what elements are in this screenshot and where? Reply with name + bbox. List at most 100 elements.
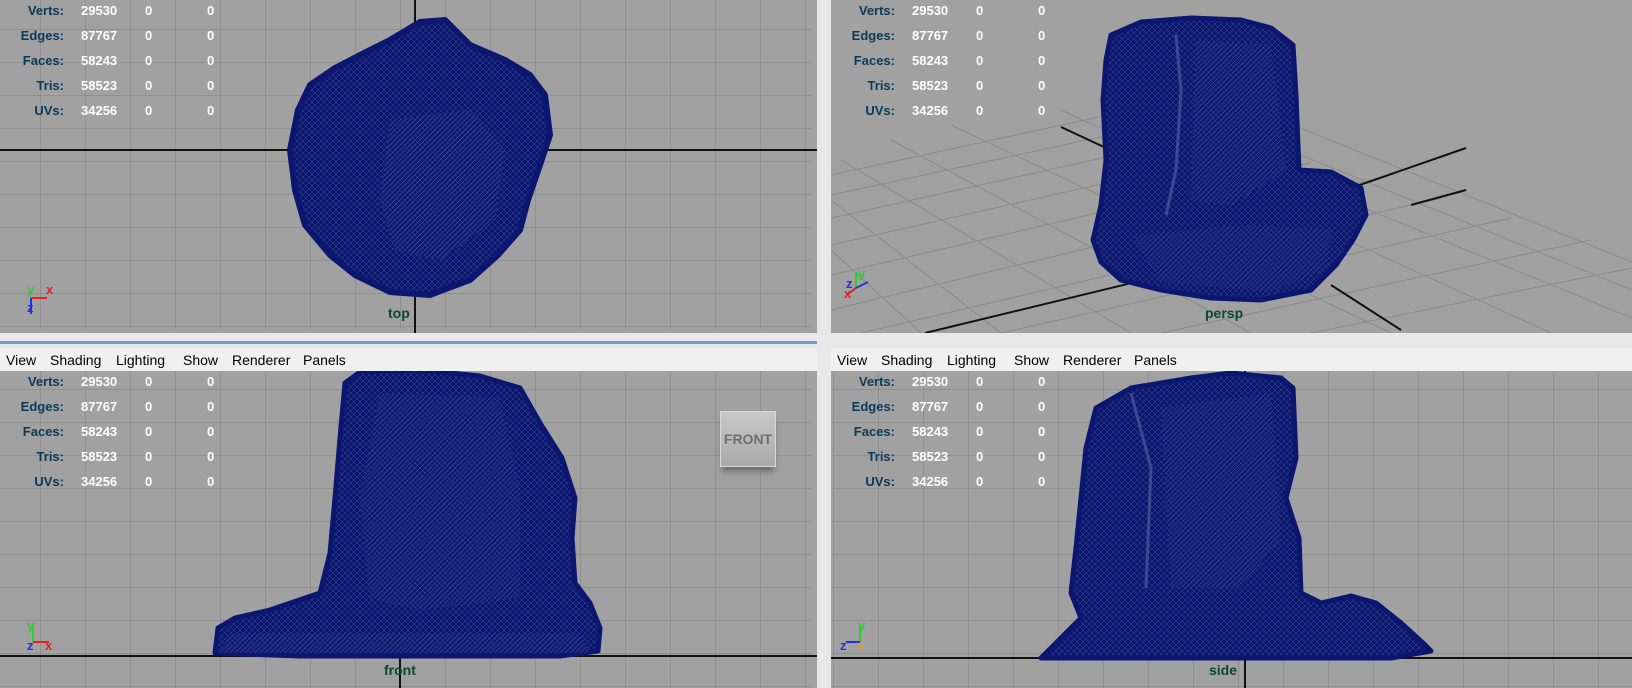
menu-lighting[interactable]: Lighting bbox=[116, 352, 165, 368]
menu-show[interactable]: Show bbox=[1014, 352, 1049, 368]
viewport-persp[interactable] bbox=[831, 0, 1632, 333]
hud-value: 58243 bbox=[912, 53, 949, 68]
hud-value: 0 bbox=[145, 399, 153, 414]
viewport-persp-canvas[interactable] bbox=[831, 0, 1632, 333]
menu-view[interactable]: View bbox=[6, 352, 36, 368]
hud-label: Verts: bbox=[27, 3, 64, 18]
hud-value: 29530 bbox=[81, 3, 118, 18]
hud-label: UVs: bbox=[34, 474, 64, 489]
hud-value: 0 bbox=[145, 474, 153, 489]
hud-label: Faces: bbox=[22, 424, 64, 439]
viewport-top-canvas[interactable] bbox=[0, 0, 817, 333]
hud-label: Edges: bbox=[851, 28, 895, 43]
axis-indicator-front: y z x bbox=[25, 618, 65, 656]
hud-value: 34256 bbox=[81, 474, 118, 489]
hud-label: Edges: bbox=[851, 399, 895, 414]
viewport-top[interactable] bbox=[0, 0, 817, 333]
viewcube-front[interactable]: FRONT bbox=[720, 411, 776, 467]
hud-value: 87767 bbox=[912, 399, 949, 414]
hud-value: 0 bbox=[976, 3, 984, 18]
hud-label: UVs: bbox=[865, 103, 895, 118]
hud-value: 29530 bbox=[81, 374, 118, 389]
hud-value: 0 bbox=[1038, 3, 1046, 18]
menu-renderer[interactable]: Renderer bbox=[232, 352, 290, 368]
hud-label: Verts: bbox=[27, 374, 64, 389]
menu-shading[interactable]: Shading bbox=[50, 352, 101, 368]
hud-value: 29530 bbox=[912, 374, 949, 389]
axis-label-y: y bbox=[858, 618, 866, 633]
menu-show[interactable]: Show bbox=[183, 352, 218, 368]
viewport-side[interactable] bbox=[831, 348, 1632, 688]
hud-value: 0 bbox=[207, 424, 215, 439]
hud-value: 0 bbox=[145, 424, 153, 439]
hud-value: 58243 bbox=[912, 424, 949, 439]
hud-value: 0 bbox=[976, 424, 984, 439]
hud-value: 0 bbox=[207, 53, 215, 68]
hud-value: 0 bbox=[145, 374, 153, 389]
hud-value: 0 bbox=[1038, 424, 1046, 439]
hud-value: 0 bbox=[976, 103, 984, 118]
hud-value: 0 bbox=[207, 78, 215, 93]
hud-value: 0 bbox=[145, 449, 153, 464]
axis-indicator-persp: y z x bbox=[842, 266, 882, 304]
hud-value: 34256 bbox=[912, 103, 949, 118]
menu-shading[interactable]: Shading bbox=[881, 352, 932, 368]
hud-value: 58523 bbox=[912, 449, 949, 464]
hud-value: 0 bbox=[145, 103, 153, 118]
axis-label-y: y bbox=[27, 282, 35, 297]
hud-value: 0 bbox=[976, 399, 984, 414]
hud-value: 34256 bbox=[912, 474, 949, 489]
hud-value: 87767 bbox=[81, 399, 118, 414]
hud-value: 0 bbox=[1038, 53, 1046, 68]
hud-value: 0 bbox=[976, 78, 984, 93]
hud-value: 0 bbox=[145, 28, 153, 43]
hud-label: Verts: bbox=[858, 374, 895, 389]
hud-value: 0 bbox=[207, 474, 215, 489]
hud-value: 29530 bbox=[912, 3, 949, 18]
viewport-front[interactable] bbox=[0, 348, 817, 688]
hud-value: 0 bbox=[976, 53, 984, 68]
hud-value: 0 bbox=[145, 78, 153, 93]
hud-value: 0 bbox=[976, 474, 984, 489]
hud-label: Tris: bbox=[36, 78, 64, 93]
hud-value: 58243 bbox=[81, 53, 118, 68]
menu-panels[interactable]: Panels bbox=[303, 352, 346, 368]
hud-value: 0 bbox=[207, 374, 215, 389]
hud-value: 0 bbox=[1038, 374, 1046, 389]
menu-panels[interactable]: Panels bbox=[1134, 352, 1177, 368]
hud-value: 0 bbox=[207, 28, 215, 43]
hud-label: Faces: bbox=[853, 53, 895, 68]
hud-value: 58243 bbox=[81, 424, 118, 439]
hud-value: 87767 bbox=[81, 28, 118, 43]
hud-label: Verts: bbox=[858, 3, 895, 18]
camera-label-front: front bbox=[384, 662, 416, 678]
hud-label: UVs: bbox=[865, 474, 895, 489]
menu-lighting[interactable]: Lighting bbox=[947, 352, 996, 368]
hud-value: 0 bbox=[976, 449, 984, 464]
hud-value: 0 bbox=[207, 449, 215, 464]
hud-value: 0 bbox=[145, 53, 153, 68]
axis-label-z: z bbox=[27, 638, 34, 653]
menubar-side: View Shading Lighting Show Renderer Pane… bbox=[831, 348, 1632, 371]
hud-label: Edges: bbox=[20, 399, 64, 414]
axis-label-y: y bbox=[27, 618, 35, 633]
camera-label-top: top bbox=[388, 305, 410, 321]
hud-label: Tris: bbox=[867, 78, 895, 93]
hud-value: 0 bbox=[145, 3, 153, 18]
hud-value: 0 bbox=[976, 28, 984, 43]
axis-indicator-side: y z x bbox=[838, 618, 878, 656]
hud-label: Tris: bbox=[36, 449, 64, 464]
hud-label: Edges: bbox=[20, 28, 64, 43]
viewport-side-canvas[interactable] bbox=[831, 348, 1632, 688]
viewcube-label: FRONT bbox=[723, 431, 773, 447]
axis-label-x: x bbox=[46, 282, 54, 297]
axis-label-x: x bbox=[857, 638, 865, 653]
hud-label: Faces: bbox=[22, 53, 64, 68]
axis-label-z: z bbox=[840, 638, 847, 653]
hud-value: 58523 bbox=[912, 78, 949, 93]
menu-view[interactable]: View bbox=[837, 352, 867, 368]
hud-value: 0 bbox=[976, 374, 984, 389]
hud-value: 0 bbox=[1038, 103, 1046, 118]
viewport-front-canvas[interactable] bbox=[0, 348, 817, 688]
menu-renderer[interactable]: Renderer bbox=[1063, 352, 1121, 368]
